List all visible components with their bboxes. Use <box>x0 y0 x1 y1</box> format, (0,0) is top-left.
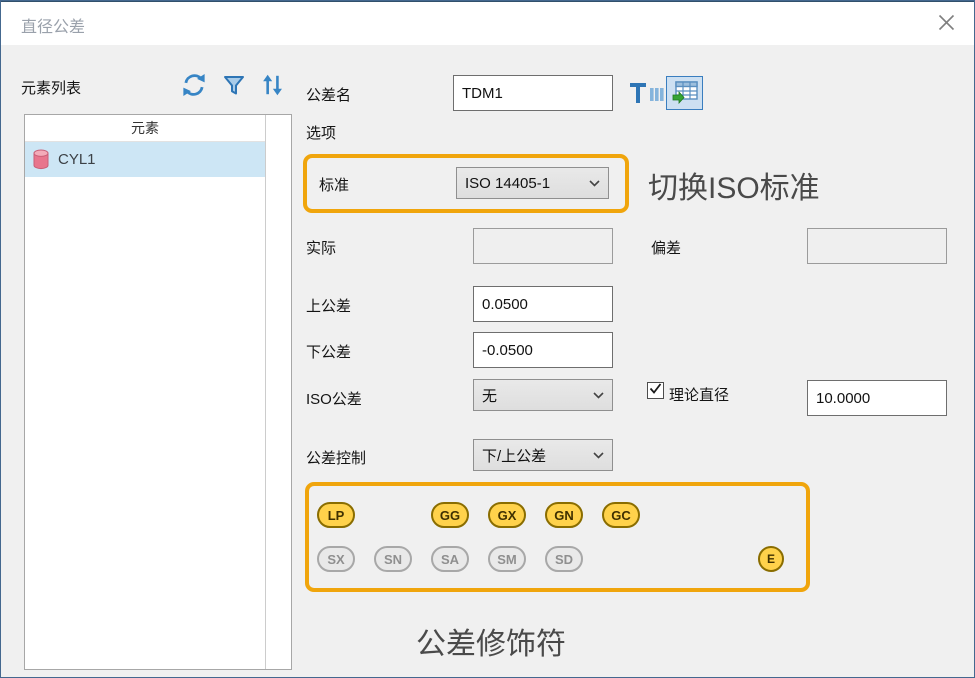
dialog-title: 直径公差 <box>21 13 85 37</box>
close-icon <box>938 14 955 34</box>
sort-icon <box>259 72 285 103</box>
modifier-gn-button[interactable]: GN <box>545 502 583 528</box>
modifier-gx-button[interactable]: GX <box>488 502 526 528</box>
diameter-tolerance-dialog: 直径公差 元素列表 <box>0 0 975 678</box>
cylinder-icon <box>32 149 50 170</box>
standard-label: 标准 <box>319 174 349 195</box>
sort-button[interactable] <box>258 73 286 101</box>
refresh-icon <box>181 72 207 103</box>
modifier-sn-button[interactable]: SN <box>374 546 412 572</box>
iso-tolerance-value: 无 <box>474 385 593 406</box>
modifier-sa-button[interactable]: SA <box>431 546 469 572</box>
iso-tolerance-dropdown[interactable]: 无 <box>473 379 613 411</box>
send-to-report-button[interactable] <box>666 76 703 110</box>
tolerance-control-label: 公差控制 <box>306 447 366 468</box>
iso-tolerance-label: ISO公差 <box>306 388 362 409</box>
lower-tolerance-label: 下公差 <box>306 341 351 362</box>
theoretical-diameter-label: 理论直径 <box>669 384 729 405</box>
filter-icon <box>222 73 246 102</box>
modifier-sd-button[interactable]: SD <box>545 546 583 572</box>
modifier-gc-button[interactable]: GC <box>602 502 640 528</box>
element-column-header[interactable]: 元素 <box>25 115 265 142</box>
modifier-gg-button[interactable]: GG <box>431 502 469 528</box>
table-green-arrow-icon <box>672 80 698 107</box>
modifier-sx-button[interactable]: SX <box>317 546 355 572</box>
element-list: 元素 CYL1 <box>24 114 292 670</box>
standard-value: ISO 14405-1 <box>457 175 589 192</box>
actual-label: 实际 <box>306 237 336 258</box>
upper-tolerance-input[interactable] <box>473 286 613 322</box>
chevron-down-icon <box>589 174 600 192</box>
tolerance-control-dropdown[interactable]: 下/上公差 <box>473 439 613 471</box>
modifier-lp-button[interactable]: LP <box>317 502 355 528</box>
upper-tolerance-label: 上公差 <box>306 295 351 316</box>
lower-tolerance-input[interactable] <box>473 332 613 368</box>
standard-dropdown[interactable]: ISO 14405-1 <box>456 167 609 199</box>
close-button[interactable] <box>929 9 963 39</box>
actual-input <box>473 228 613 264</box>
checkmark-icon <box>649 382 662 400</box>
title-bar: 直径公差 <box>1 1 974 45</box>
element-list-title: 元素列表 <box>21 77 81 98</box>
chevron-down-icon <box>593 446 604 464</box>
tolerance-name-input[interactable] <box>453 75 613 111</box>
list-item-cyl1[interactable]: CYL1 <box>25 142 265 177</box>
options-label: 选项 <box>306 122 336 143</box>
name-format-icon[interactable] <box>628 79 664 107</box>
standard-annotation: 切换ISO标准 <box>648 163 820 207</box>
tolerance-name-label: 公差名 <box>306 84 351 105</box>
deviation-input <box>807 228 947 264</box>
chevron-down-icon <box>593 386 604 404</box>
theoretical-diameter-input[interactable] <box>807 380 947 416</box>
modifiers-annotation: 公差修饰符 <box>416 619 566 663</box>
refresh-button[interactable] <box>180 73 208 101</box>
list-item-label: CYL1 <box>58 151 96 168</box>
deviation-label: 偏差 <box>651 237 681 258</box>
filter-button[interactable] <box>220 73 248 101</box>
modifier-sm-button[interactable]: SM <box>488 546 526 572</box>
tolerance-control-value: 下/上公差 <box>474 445 593 466</box>
theoretical-diameter-checkbox[interactable] <box>647 382 664 399</box>
column-separator <box>265 115 266 669</box>
modifier-envelope-button[interactable]: E <box>758 546 784 572</box>
modifiers-highlight-box <box>305 482 810 592</box>
